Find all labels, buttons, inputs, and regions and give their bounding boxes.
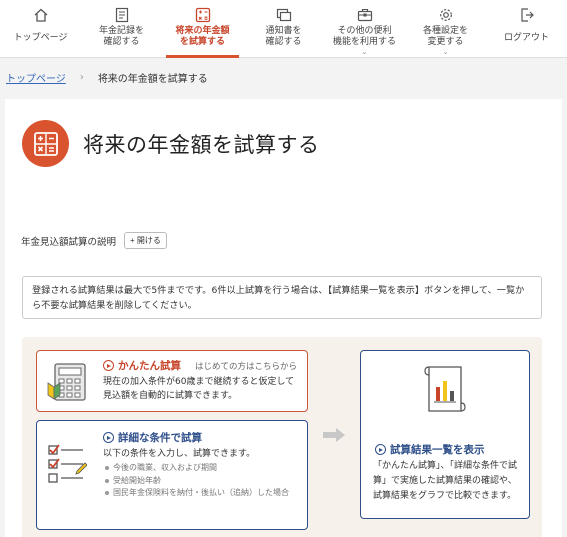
notice-box: 登録される試算結果は最大で5件までです。6件以上試算を行う場合は、【試算結果一覧…	[22, 276, 542, 319]
home-icon	[32, 6, 50, 24]
nav-settings-label: 各種設定を 変更する	[422, 26, 468, 47]
detailed-estimate-intro: 以下の条件を入力し、試算できます。	[103, 449, 256, 459]
detailed-estimate-title: 詳細な条件で試算	[118, 432, 202, 444]
calculator-beginner-icon	[47, 363, 86, 401]
nav-other-functions[interactable]: その他の便利 機能を利用する ⌄	[324, 0, 405, 57]
nav-other-functions-label: その他の便利 機能を利用する	[332, 26, 396, 47]
gear-icon	[437, 6, 455, 24]
easy-estimate-description: 現在の加入条件が60歳まで継続すると仮定して見込額を自動的に試算できます。	[103, 377, 295, 401]
result-list-card[interactable]: 試算結果一覧を表示 「かんたん試算」、「詳細な条件で試算」で実施した試算結果の確…	[360, 350, 530, 519]
open-explanation-button[interactable]: + 開ける	[124, 232, 167, 249]
chevron-down-icon: ⌄	[442, 48, 449, 56]
nav-estimate[interactable]: 将来の年金額 を試算する	[162, 0, 243, 58]
record-icon	[113, 6, 131, 24]
nav-records-label: 年金記録を 確認する	[98, 26, 144, 47]
toolbox-icon	[356, 6, 374, 24]
nav-settings[interactable]: 各種設定を 変更する ⌄	[405, 0, 486, 57]
checklist-icon	[48, 444, 87, 483]
top-nav: トップページ 年金記録を 確認する 将来の年金額 を試算する 通知書を 確認する…	[0, 0, 567, 58]
easy-estimate-title: かんたん試算	[118, 360, 181, 372]
easy-estimate-heading: かんたん試算 はじめての方はこちらから	[103, 358, 297, 373]
calculator-icon	[22, 120, 69, 167]
nav-home[interactable]: トップページ	[0, 0, 81, 57]
logout-icon	[518, 6, 536, 24]
play-circle-icon	[103, 432, 114, 443]
right-arrow-icon	[323, 428, 345, 442]
bullet-item: 今後の職業、収入および期間	[103, 462, 303, 475]
result-list-title: 試算結果一覧を表示	[390, 444, 485, 456]
result-list-heading: 試算結果一覧を表示	[375, 442, 485, 457]
detailed-estimate-heading: 詳細な条件で試算	[103, 430, 202, 445]
breadcrumb-current: 将来の年金額を試算する	[97, 74, 208, 85]
breadcrumb-separator: ›	[79, 72, 84, 83]
explanation-label: 年金見込額試算の説明	[21, 236, 117, 248]
result-list-description: 「かんたん試算」、「詳細な条件で試算」で実施した試算結果の確認や、試算結果をグラ…	[373, 461, 518, 501]
report-chart-icon	[424, 366, 466, 412]
nav-home-label: トップページ	[13, 33, 68, 43]
feature-area: かんたん試算 はじめての方はこちらから 現在の加入条件が60歳まで継続すると仮定…	[22, 337, 542, 537]
detailed-estimate-description: 以下の条件を入力し、試算できます。 今後の職業、収入および期間 受給開始年齢 国…	[103, 447, 303, 500]
nav-estimate-label: 将来の年金額 を試算する	[175, 26, 230, 47]
nav-notices[interactable]: 通知書を 確認する	[243, 0, 324, 57]
notice-icon	[275, 6, 293, 24]
nav-logout[interactable]: ログアウト	[486, 0, 567, 57]
breadcrumb-home-link[interactable]: トップページ	[6, 70, 66, 85]
page-title: 将来の年金額を試算する	[83, 133, 320, 157]
breadcrumb: トップページ › 将来の年金額を試算する	[6, 70, 208, 85]
chevron-down-icon: ⌄	[361, 48, 368, 56]
nav-records[interactable]: 年金記録を 確認する	[81, 0, 162, 57]
nav-logout-label: ログアウト	[503, 33, 549, 43]
calculator-icon	[194, 6, 212, 24]
easy-estimate-subtitle: はじめての方はこちらから	[195, 361, 298, 372]
detailed-estimate-bullets: 今後の職業、収入および期間 受給開始年齢 国民年金保険料を納付・後払い（追納）し…	[103, 462, 303, 500]
detailed-estimate-card[interactable]: 詳細な条件で試算 以下の条件を入力し、試算できます。 今後の職業、収入および期間…	[36, 420, 308, 530]
bullet-item: 受給開始年齢	[103, 475, 303, 488]
play-circle-icon	[103, 360, 114, 371]
explanation-row: 年金見込額試算の説明 + 開ける	[21, 232, 167, 249]
play-circle-icon	[375, 444, 386, 455]
nav-notices-label: 通知書を 確認する	[265, 26, 302, 47]
easy-estimate-card[interactable]: かんたん試算 はじめての方はこちらから 現在の加入条件が60歳まで継続すると仮定…	[36, 350, 308, 412]
bullet-item: 国民年金保険料を納付・後払い（追納）した場合	[103, 487, 303, 500]
main-panel: 将来の年金額を試算する 年金見込額試算の説明 + 開ける 登録される試算結果は最…	[5, 99, 562, 537]
